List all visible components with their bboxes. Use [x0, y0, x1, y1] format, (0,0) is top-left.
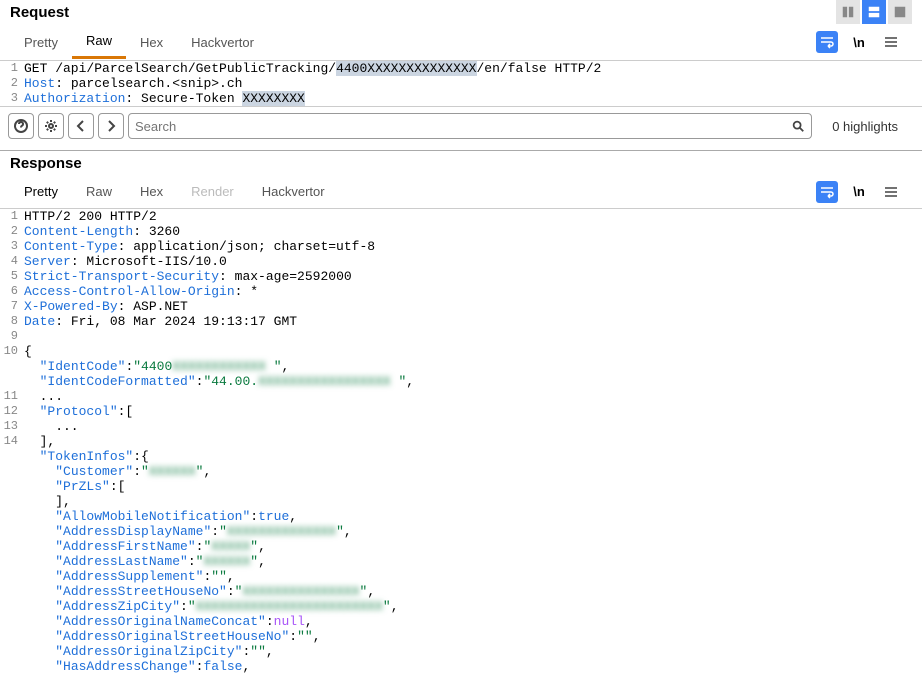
tab-hackvertor[interactable]: Hackvertor: [177, 27, 268, 58]
tab-hackvertor-resp[interactable]: Hackvertor: [248, 176, 339, 207]
show-whitespace-icon-resp[interactable]: \n: [848, 181, 870, 203]
wrap-lines-icon[interactable]: [816, 31, 838, 53]
request-title: Request: [10, 4, 69, 21]
tab-raw-resp[interactable]: Raw: [72, 176, 126, 207]
next-icon[interactable]: [98, 113, 124, 139]
hamburger-icon-resp[interactable]: [880, 181, 902, 203]
show-whitespace-icon[interactable]: \n: [848, 31, 870, 53]
search-toolbar: 0 highlights: [0, 106, 922, 145]
tab-hex-resp[interactable]: Hex: [126, 176, 177, 207]
response-title: Response: [10, 155, 82, 172]
layout-single-icon[interactable]: [888, 0, 912, 24]
tab-render-resp[interactable]: Render: [177, 176, 248, 207]
gear-icon[interactable]: [38, 113, 64, 139]
request-tabs: Pretty Raw Hex Hackvertor \n: [0, 25, 922, 60]
tab-pretty-resp[interactable]: Pretty: [10, 176, 72, 207]
prev-icon[interactable]: [68, 113, 94, 139]
hamburger-icon[interactable]: [880, 31, 902, 53]
wrap-lines-icon-resp[interactable]: [816, 181, 838, 203]
tab-hex[interactable]: Hex: [126, 27, 177, 58]
search-icon[interactable]: [791, 119, 805, 133]
tab-raw[interactable]: Raw: [72, 25, 126, 59]
highlights-count: 0 highlights: [816, 119, 914, 134]
help-icon[interactable]: [8, 113, 34, 139]
response-code[interactable]: 1234567891011121314 HTTP/2 200 HTTP/2Con…: [0, 208, 922, 674]
request-code[interactable]: 123 GET /api/ParcelSearch/GetPublicTrack…: [0, 60, 922, 106]
layout-rows-icon[interactable]: [862, 0, 886, 24]
response-tabs: Pretty Raw Hex Render Hackvertor \n: [0, 176, 922, 208]
search-input-container: [128, 113, 812, 139]
search-input[interactable]: [135, 119, 791, 134]
layout-columns-icon[interactable]: [836, 0, 860, 24]
tab-pretty[interactable]: Pretty: [10, 27, 72, 58]
